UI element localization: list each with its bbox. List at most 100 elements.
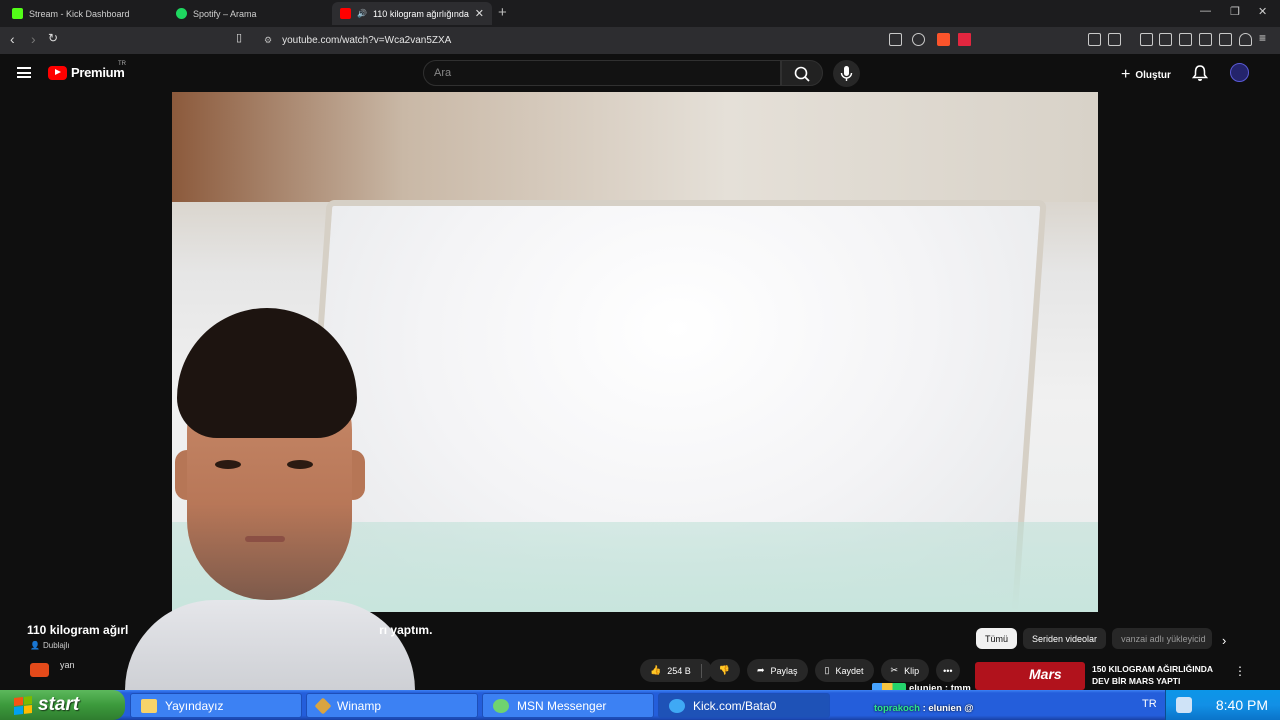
chat-text: elunien @ xyxy=(928,703,974,714)
chat-message: toprakoch : elunien @ xyxy=(874,703,974,714)
bookmark-save-icon: ▯ xyxy=(824,665,830,675)
video-frame-background xyxy=(172,92,1098,202)
save-button[interactable]: ▯ Kaydet xyxy=(814,659,874,682)
tab-youtube-video[interactable]: 🔊 110 kilogram ağırlığında dev ✕ xyxy=(332,2,492,25)
tab-label: Spotify – Arama xyxy=(193,8,257,19)
reload-icon[interactable]: ↻ xyxy=(48,31,58,45)
voice-search-button[interactable] xyxy=(833,60,860,87)
forward-icon[interactable]: › xyxy=(31,31,36,47)
taskbar-item-winamp[interactable]: Winamp xyxy=(306,693,478,718)
video-title-left: 110 kilogram ağırl xyxy=(27,623,129,637)
search-icon xyxy=(794,66,810,82)
chevron-right-icon[interactable]: › xyxy=(1222,633,1226,648)
browser-tab-bar: Stream - Kick Dashboard Spotify – Arama … xyxy=(0,0,1280,27)
notifications-bell-icon[interactable] xyxy=(1192,64,1208,81)
more-actions-button[interactable]: ••• xyxy=(936,659,960,682)
close-window-icon[interactable]: ✕ xyxy=(1258,5,1267,18)
screenshot-icon[interactable] xyxy=(1108,33,1121,46)
youtube-play-icon xyxy=(48,65,67,80)
menu-icon[interactable]: ≡ xyxy=(1259,31,1266,45)
mars-logo: Mars xyxy=(1029,666,1062,682)
tab-spotify[interactable]: Spotify – Arama xyxy=(168,2,330,25)
language-indicator[interactable]: TR xyxy=(1142,698,1157,710)
brave-rewards-icon[interactable] xyxy=(958,33,971,46)
scissors-icon: ✂ xyxy=(890,665,899,675)
taskbar-item-label: Yayındayız xyxy=(165,698,224,713)
tab-label: Stream - Kick Dashboard xyxy=(29,8,130,19)
media-icon[interactable] xyxy=(1159,33,1172,46)
bookmark-icon[interactable]: ▯ xyxy=(236,31,242,44)
site-info-icon[interactable]: ⚙ xyxy=(264,35,272,46)
new-tab-button[interactable]: + xyxy=(498,4,507,21)
taskbar-item-label: Kick.com/Bata0 xyxy=(693,698,777,713)
taskbar-item-msn[interactable]: MSN Messenger xyxy=(482,693,654,718)
dislike-button[interactable]: 👎 xyxy=(708,659,740,682)
taskbar-item-folder[interactable]: Yayındayız xyxy=(130,693,302,718)
chip-uploader[interactable]: vanzai adlı yükleyicid xyxy=(1112,628,1213,649)
downloads-icon[interactable] xyxy=(1140,33,1153,46)
youtube-header: Premium TR + Oluştur xyxy=(0,54,1280,92)
thumbs-down-icon: 👎 xyxy=(718,665,730,675)
create-label: Oluştur xyxy=(1135,69,1171,81)
channel-name[interactable]: yan xyxy=(60,660,75,670)
streamer-eye xyxy=(215,460,241,469)
channel-avatar[interactable] xyxy=(30,663,49,677)
speaker-icon: 🔊 xyxy=(357,9,367,18)
url-text: youtube.com/watch?v=Wca2van5ZXA xyxy=(282,35,452,46)
share-page-icon[interactable] xyxy=(912,33,925,46)
back-icon[interactable]: ‹ xyxy=(10,31,15,47)
close-tab-icon[interactable]: ✕ xyxy=(475,7,484,20)
search-box xyxy=(423,60,781,86)
dubbed-label: Dublajlı xyxy=(42,641,70,650)
more-vertical-icon[interactable]: ⋮ xyxy=(1234,664,1246,678)
tab-kick-dashboard[interactable]: Stream - Kick Dashboard xyxy=(4,2,166,25)
folder-icon xyxy=(141,698,157,713)
recommended-video-thumbnail[interactable]: Mars xyxy=(975,662,1085,690)
streamer-hair xyxy=(177,308,357,438)
chip-series-videos[interactable]: Seriden videolar xyxy=(1023,628,1107,649)
like-button[interactable]: 👍 254 B xyxy=(640,659,712,682)
hamburger-menu-icon[interactable] xyxy=(17,67,31,78)
restore-icon[interactable]: ❐ xyxy=(1230,5,1240,18)
windows-logo-icon xyxy=(14,695,32,715)
winamp-icon xyxy=(314,697,332,714)
account-avatar[interactable] xyxy=(1230,63,1249,82)
more-horizontal-icon: ••• xyxy=(943,665,953,676)
leo-ai-icon[interactable] xyxy=(1219,33,1232,46)
video-title: 110 kilogram ağırl rı yaptım. xyxy=(27,623,432,637)
network-icon[interactable] xyxy=(1176,697,1192,713)
microphone-icon xyxy=(840,66,853,81)
chip-all[interactable]: Tümü xyxy=(976,628,1018,649)
address-bar[interactable]: ⚙ youtube.com/watch?v=Wca2van5ZXA xyxy=(256,30,976,51)
region-code: TR xyxy=(118,61,126,67)
video-title-right: rı yaptım. xyxy=(379,623,433,637)
create-button[interactable]: + Oluştur xyxy=(1121,66,1171,84)
taskbar-item-browser[interactable]: Kick.com/Bata0 xyxy=(658,693,830,718)
minimize-icon[interactable]: — xyxy=(1200,5,1211,17)
brave-shields-icon[interactable] xyxy=(937,33,950,46)
thumbs-up-icon: 👍 xyxy=(650,665,662,675)
sidebar-icon[interactable] xyxy=(1179,33,1192,46)
share-button[interactable]: ➦ Paylaş xyxy=(746,659,808,682)
chat-username: toprakoch xyxy=(874,703,920,714)
clip-button[interactable]: ✂ Klip xyxy=(880,659,930,682)
start-button[interactable]: start xyxy=(0,690,125,720)
recommended-video-title[interactable]: 150 KILOGRAM AĞIRLIĞINDA DEV BİR MARS YA… xyxy=(1092,663,1227,687)
spotify-icon xyxy=(176,8,187,19)
search-input[interactable] xyxy=(434,67,764,79)
youtube-premium-logo[interactable]: Premium TR xyxy=(48,61,126,80)
person-icon: 👤 xyxy=(30,641,40,650)
vpn-icon[interactable] xyxy=(1239,33,1252,46)
extensions-icon[interactable] xyxy=(1088,33,1101,46)
wallet-icon[interactable] xyxy=(1199,33,1212,46)
cast-icon[interactable] xyxy=(889,33,902,46)
search-button[interactable] xyxy=(781,60,823,86)
msn-messenger-icon xyxy=(493,698,509,713)
internet-explorer-icon xyxy=(669,698,685,713)
youtube-icon xyxy=(340,8,351,19)
start-label: start xyxy=(38,694,80,715)
tab-label: 110 kilogram ağırlığında dev xyxy=(372,8,469,19)
video-actions: 👍 254 B 👎 ➦ Paylaş ▯ Kaydet ✂ Klip ••• xyxy=(640,659,960,682)
clock[interactable]: 8:40 PM xyxy=(1216,697,1268,713)
clip-label: Klip xyxy=(904,665,920,676)
